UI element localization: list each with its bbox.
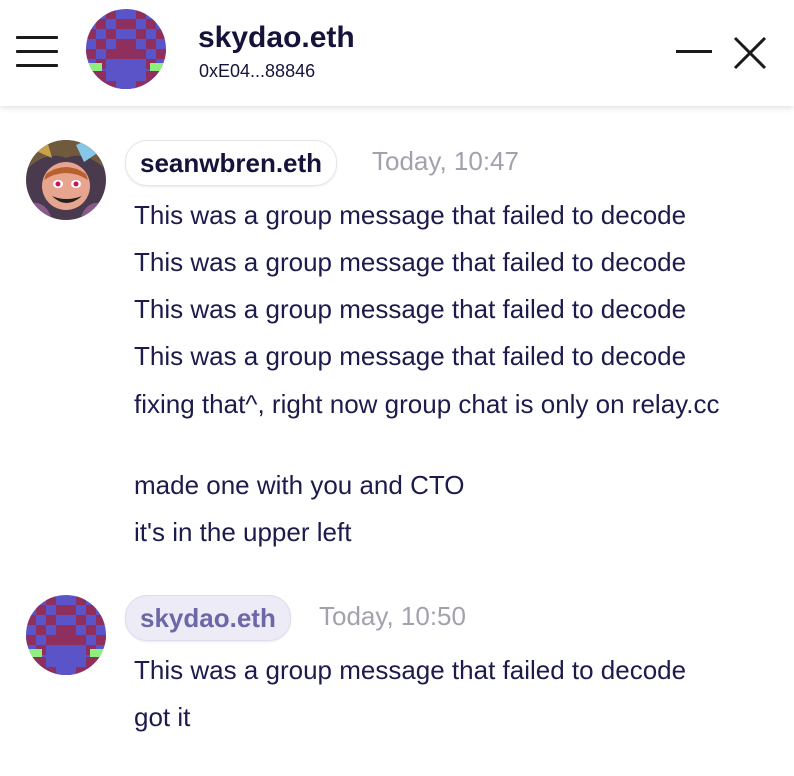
conversation-title: skydao.eth bbox=[198, 21, 355, 54]
message-list[interactable]: seanwbren.eth Today, 10:47 This was a gr… bbox=[0, 106, 794, 776]
message-text: This was a group message that failed to … bbox=[134, 294, 687, 324]
sender-name[interactable]: seanwbren.eth bbox=[125, 140, 338, 186]
message-text: it's in the upper left bbox=[134, 517, 352, 547]
message-timestamp: Today, 10:50 bbox=[319, 601, 466, 631]
message-text: got it bbox=[134, 702, 191, 732]
menu-icon[interactable] bbox=[16, 34, 60, 70]
message-text: fixing that^, right now group chat is on… bbox=[134, 389, 720, 419]
chat-header: skydao.eth 0xE04...88846 bbox=[0, 0, 794, 106]
message-text: This was a group message that failed to … bbox=[134, 200, 687, 230]
sender-avatar[interactable] bbox=[26, 595, 106, 675]
close-icon[interactable] bbox=[731, 34, 769, 72]
message-timestamp: Today, 10:47 bbox=[372, 146, 519, 176]
conversation-address[interactable]: 0xE04...88846 bbox=[199, 61, 315, 82]
message-text: This was a group message that failed to … bbox=[134, 341, 687, 371]
message-text: This was a group message that failed to … bbox=[134, 247, 687, 277]
sender-name[interactable]: skydao.eth bbox=[125, 595, 291, 641]
sender-avatar[interactable] bbox=[26, 140, 106, 220]
conversation-avatar[interactable] bbox=[86, 9, 166, 89]
message-text: This was a group message that failed to … bbox=[134, 655, 687, 685]
message-text: made one with you and CTO bbox=[134, 470, 465, 500]
minimize-icon[interactable] bbox=[674, 38, 714, 66]
